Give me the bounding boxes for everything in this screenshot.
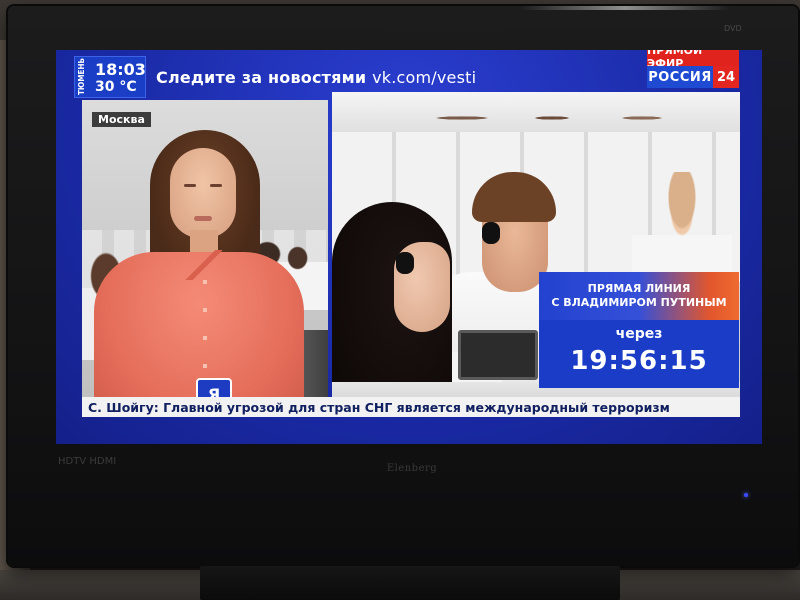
promo-card-line1: ПРЯМАЯ ЛИНИЯ (587, 282, 691, 295)
eye (184, 184, 196, 187)
clock: 18:03 (95, 60, 146, 79)
promo-link: vk.com/vesti (372, 68, 477, 87)
bezel-glare (520, 6, 730, 10)
headset-icon (396, 252, 414, 274)
direct-line-promo-card: ПРЯМАЯ ЛИНИЯ С ВЛАДИМИРОМ ПУТИНЫМ через … (539, 272, 739, 388)
reporter-face (170, 148, 236, 238)
monitor (458, 330, 538, 380)
city-label: ТЮМЕНЬ (77, 58, 86, 95)
tv-corner-label: DVD (724, 24, 742, 33)
countdown-label: через (615, 326, 663, 342)
live-badge: ПРЯМОЙ ЭФИР (647, 50, 739, 70)
promo-card-title: ПРЯМАЯ ЛИНИЯ С ВЛАДИМИРОМ ПУТИНЫМ (539, 272, 739, 320)
countdown-timer: 19:56:15 (570, 346, 708, 376)
news-ticker: С. Шойгу: Главной угрозой для стран СНГ … (82, 397, 740, 417)
channel-logo: РОССИЯ 24 (647, 66, 739, 88)
tv-screen: ТЮМЕНЬ 18:03 30 °C Следите за новостями … (56, 50, 762, 444)
time-temperature-box: ТЮМЕНЬ 18:03 30 °C (74, 56, 146, 98)
headset-icon (482, 222, 500, 244)
tv-stand (200, 566, 620, 600)
power-indicator-icon (744, 493, 748, 497)
tv-hd-label: HDTV HDMI (58, 456, 117, 467)
promo-card-line2: С ВЛАДИМИРОМ ПУТИНЫМ (551, 296, 727, 309)
reporter-video-panel: Я Москва (82, 100, 328, 408)
channel-name: РОССИЯ (647, 66, 713, 88)
promo-text: Следите за новостями (156, 68, 367, 87)
eye (210, 184, 222, 187)
temperature: 30 °C (95, 79, 137, 95)
channel-number: 24 (713, 66, 739, 88)
tv-brand-logo: Elenberg (386, 463, 438, 474)
mouth (194, 216, 212, 221)
background-operators (432, 100, 732, 130)
location-tag: Москва (92, 112, 151, 127)
promo-banner: Следите за новостями vk.com/vesti (156, 68, 476, 87)
shirt-collar (178, 250, 230, 280)
